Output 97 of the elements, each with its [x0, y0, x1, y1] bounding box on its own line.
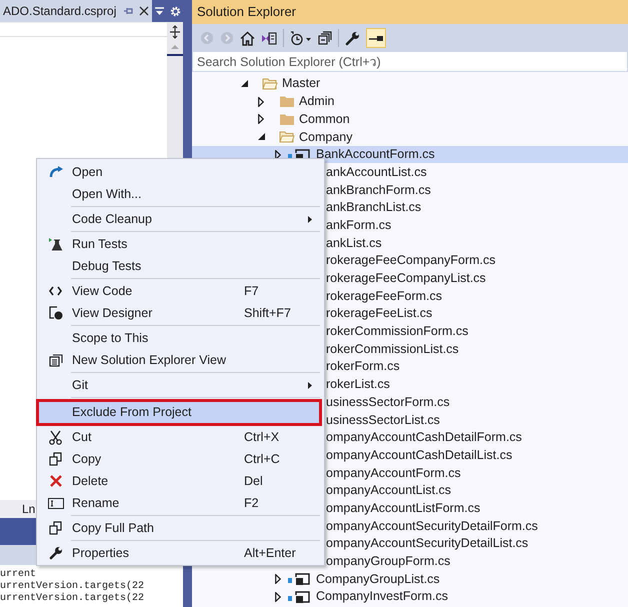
settings-icon[interactable] [169, 4, 182, 18]
menu-item[interactable]: Delete Del [39, 470, 322, 492]
copy-icon [49, 521, 62, 535]
tree-item[interactable]: ompanyAccountCashDetailForm.cs [326, 428, 522, 447]
tree-item[interactable]: Company [299, 128, 352, 146]
collapsed-arrow-icon[interactable] [275, 592, 281, 602]
shortcut-label: F2 [244, 496, 259, 510]
pin-icon[interactable] [123, 6, 134, 16]
menu-item[interactable]: Rename F2 [39, 492, 322, 514]
output-line: urrentVersion.targets(22 [0, 593, 144, 605]
menu-item[interactable]: Git [39, 374, 322, 396]
preview-toggle[interactable] [366, 28, 386, 48]
shortcut-label: Ctrl+X [244, 430, 280, 444]
menu-item[interactable]: Copy Ctrl+C [39, 448, 322, 470]
history-icon[interactable] [290, 30, 312, 46]
new-view-icon [48, 353, 62, 367]
tree-item[interactable]: Admin [299, 92, 334, 111]
code-icon [49, 286, 62, 296]
menu-item[interactable]: Debug Tests [39, 255, 322, 277]
tree-item[interactable]: rokerageFeeCompanyList.cs [326, 269, 486, 288]
expanded-arrow-icon[interactable] [258, 133, 264, 140]
menu-item[interactable]: Run Tests [39, 233, 322, 255]
collapsed-arrow-icon[interactable] [258, 114, 264, 124]
tree-item[interactable]: ompanyAccountListForm.cs [326, 498, 480, 518]
tree-item[interactable]: ankBranchList.cs [326, 198, 422, 218]
menu-item[interactable]: Scope to This [39, 327, 322, 349]
output-line: urrent [0, 569, 36, 580]
menu-item[interactable]: Exclude From Project [36, 399, 322, 426]
tree-item[interactable]: ompanyAccountSecurityDetailForm.cs [326, 516, 538, 536]
menu-item[interactable]: View Designer Shift+F7 [39, 302, 322, 324]
rename-icon [48, 498, 64, 508]
preview-icon [368, 33, 384, 43]
open-arrow-icon [48, 166, 62, 178]
open-folder-icon [279, 130, 295, 144]
shortcut-label: Shift+F7 [244, 306, 291, 320]
tree-item[interactable]: ompanyAccountSecurityDetailList.cs [326, 534, 528, 554]
shortcut-label: Del [244, 474, 263, 488]
menu-item[interactable]: Copy Full Path [39, 517, 322, 539]
wrench-icon[interactable] [345, 30, 360, 46]
menu-item[interactable]: New Solution Explorer View [39, 349, 322, 371]
folder-icon [279, 112, 295, 126]
open-folder-icon [262, 77, 278, 90]
menu-item[interactable]: Properties Alt+Enter [39, 542, 322, 564]
tree-item[interactable]: ompanyAccountCashDetailList.cs [326, 446, 512, 465]
dropdown-icon[interactable] [154, 6, 165, 16]
tree-item[interactable]: Master [282, 74, 320, 94]
shortcut-label: F7 [244, 284, 259, 298]
form-file-icon [288, 590, 312, 604]
output-line: urrentVersion.targets(22 [0, 581, 144, 592]
tree-item[interactable]: Common [299, 110, 350, 129]
delete-icon [50, 475, 62, 487]
tree-item[interactable]: usinessSectorForm.cs [326, 392, 450, 412]
menu-item[interactable]: Open [39, 161, 322, 183]
collapsed-arrow-icon[interactable] [275, 574, 281, 584]
sync-icon[interactable] [261, 30, 277, 46]
tree-item[interactable]: rokerageFeeList.cs [326, 304, 432, 324]
menu-item[interactable]: View Code F7 [39, 280, 322, 302]
tree-item[interactable]: rokerList.cs [326, 375, 390, 394]
scissors-icon [49, 430, 62, 444]
tree-item[interactable]: rokerCommissionList.cs [326, 340, 459, 359]
menu-item[interactable]: Cut Ctrl+X [39, 426, 322, 448]
tree-item[interactable]: ompanyAccountList.cs [326, 481, 452, 500]
tree-item[interactable]: BankAccountForm.cs [316, 145, 435, 164]
collapsed-arrow-icon[interactable] [275, 150, 281, 160]
close-icon[interactable] [139, 6, 150, 16]
home-icon[interactable] [240, 30, 255, 46]
folder-icon [279, 95, 295, 108]
menu-item[interactable]: Code Cleanup [39, 208, 322, 230]
tree-item[interactable]: rokerageFeeForm.cs [326, 286, 442, 306]
shortcut-label: Ctrl+C [244, 452, 280, 466]
menu-item[interactable]: Open With... [39, 183, 322, 205]
tree-item[interactable]: ankBranchForm.cs [326, 180, 431, 200]
shortcut-label: Alt+Enter [244, 546, 296, 560]
tree-item[interactable]: ompanyAccountForm.cs [326, 464, 461, 482]
split-icon[interactable] [169, 25, 181, 39]
tree-item[interactable]: CompanyInvestForm.cs [316, 587, 448, 606]
tree-item[interactable]: ompanyGroupForm.cs [326, 552, 450, 571]
tree-item[interactable]: usinessSectorList.cs [326, 410, 440, 430]
tree-item[interactable]: rokerageFeeCompanyForm.cs [326, 251, 496, 270]
tree-item[interactable]: ankAccountList.cs [326, 162, 427, 182]
wrench-icon [48, 546, 62, 560]
copy-icon [49, 452, 62, 466]
tree-item[interactable]: rokerCommissionForm.cs [326, 322, 468, 341]
tree-item[interactable]: CompanyGroupList.cs [316, 570, 440, 588]
collapse-all-icon[interactable] [318, 31, 332, 45]
expanded-arrow-icon[interactable] [240, 80, 248, 88]
document-tab[interactable]: ADO.Standard.csproj [0, 2, 120, 20]
search-field[interactable]: Search Solution Explorer (Ctrl+ว) [192, 52, 628, 72]
designer-icon [48, 306, 62, 320]
collapsed-arrow-icon[interactable] [258, 96, 264, 107]
tree-item[interactable]: rokerForm.cs [326, 357, 400, 376]
tree-item[interactable]: ankList.cs [326, 234, 382, 252]
tree-item[interactable]: ankForm.cs [326, 216, 392, 235]
flask-icon [48, 238, 62, 250]
panel-title: Solution Explorer [197, 3, 296, 22]
form-file-icon [288, 572, 312, 586]
line-label: Ln [22, 501, 36, 518]
